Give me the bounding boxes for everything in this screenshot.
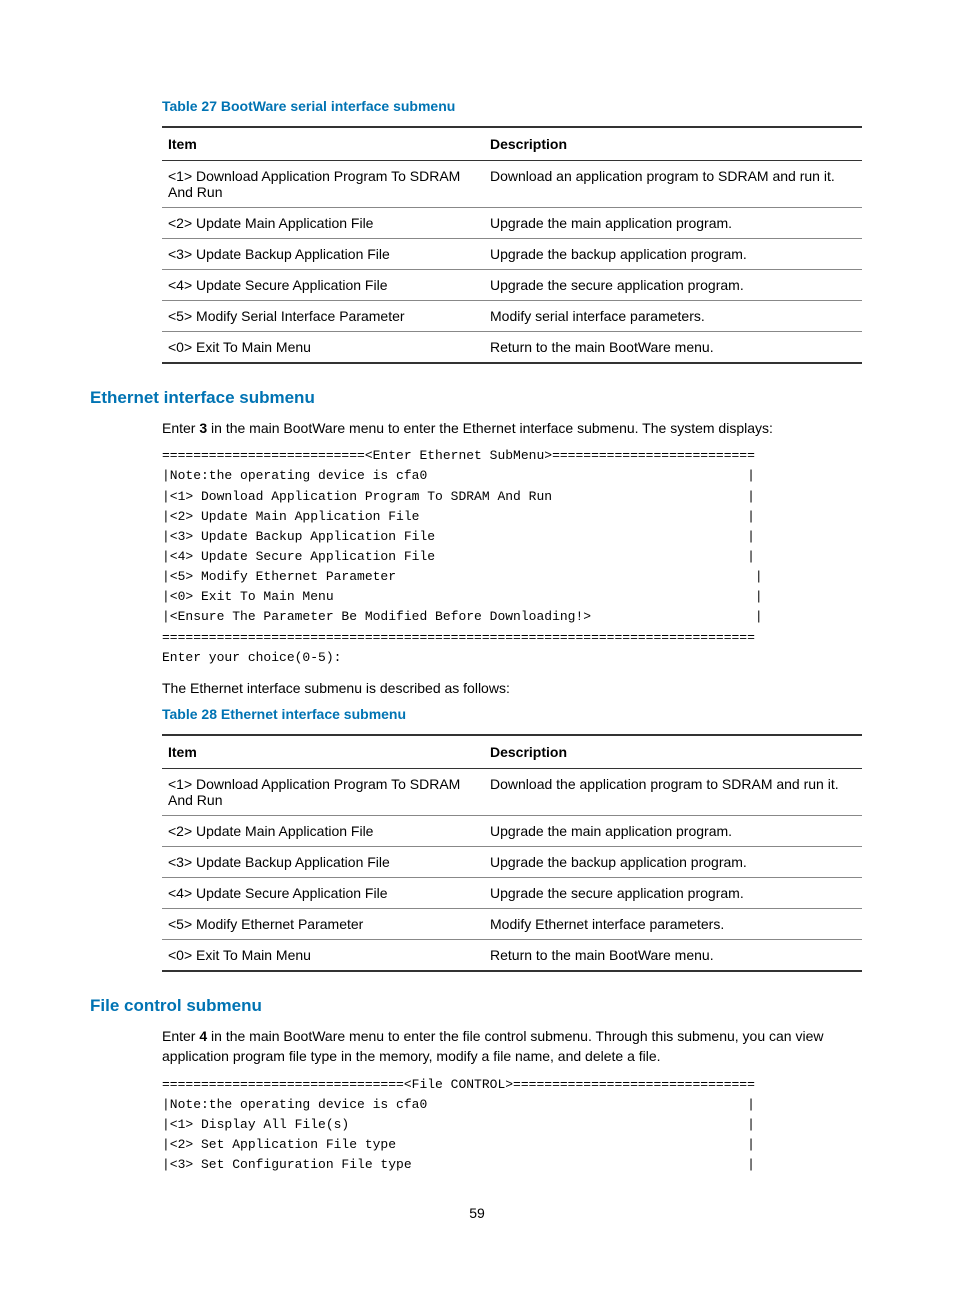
file-control-heading: File control submenu (90, 996, 864, 1016)
ethernet-after: The Ethernet interface submenu is descri… (162, 678, 864, 698)
table-cell-item: <5> Modify Ethernet Parameter (162, 909, 484, 940)
table-row: <0> Exit To Main MenuReturn to the main … (162, 940, 862, 972)
table-28-caption: Table 28 Ethernet interface submenu (162, 706, 864, 722)
table-cell-desc: Download the application program to SDRA… (484, 769, 862, 816)
table-cell-item: <4> Update Secure Application File (162, 270, 484, 301)
table-27: Item Description <1> Download Applicatio… (162, 126, 862, 364)
table-cell-item: <0> Exit To Main Menu (162, 940, 484, 972)
table-row: <2> Update Main Application FileUpgrade … (162, 816, 862, 847)
table-row: <3> Update Backup Application FileUpgrad… (162, 847, 862, 878)
table-cell-item: <4> Update Secure Application File (162, 878, 484, 909)
table-27-header-desc: Description (484, 127, 862, 161)
ethernet-intro-post: in the main BootWare menu to enter the E… (207, 420, 773, 436)
table-27-caption: Table 27 BootWare serial interface subme… (162, 98, 864, 114)
ethernet-intro-bold: 3 (199, 420, 207, 436)
ethernet-intro: Enter 3 in the main BootWare menu to ent… (162, 418, 864, 438)
table-28: Item Description <1> Download Applicatio… (162, 734, 862, 972)
table-cell-item: <2> Update Main Application File (162, 208, 484, 239)
table-row: <4> Update Secure Application FileUpgrad… (162, 270, 862, 301)
table-cell-desc: Modify serial interface parameters. (484, 301, 862, 332)
table-28-header-item: Item (162, 735, 484, 769)
table-cell-desc: Upgrade the main application program. (484, 816, 862, 847)
table-cell-item: <1> Download Application Program To SDRA… (162, 161, 484, 208)
table-cell-desc: Return to the main BootWare menu. (484, 332, 862, 364)
table-cell-item: <1> Download Application Program To SDRA… (162, 769, 484, 816)
table-cell-desc: Upgrade the main application program. (484, 208, 862, 239)
table-27-header-item: Item (162, 127, 484, 161)
table-row: <5> Modify Serial Interface ParameterMod… (162, 301, 862, 332)
table-cell-desc: Return to the main BootWare menu. (484, 940, 862, 972)
table-row: <3> Update Backup Application FileUpgrad… (162, 239, 862, 270)
ethernet-intro-pre: Enter (162, 420, 199, 436)
ethernet-heading: Ethernet interface submenu (90, 388, 864, 408)
table-cell-item: <3> Update Backup Application File (162, 239, 484, 270)
file-control-intro-pre: Enter (162, 1028, 199, 1044)
table-cell-item: <2> Update Main Application File (162, 816, 484, 847)
file-control-intro-post: in the main BootWare menu to enter the f… (162, 1028, 824, 1064)
table-cell-desc: Modify Ethernet interface parameters. (484, 909, 862, 940)
table-row: <1> Download Application Program To SDRA… (162, 161, 862, 208)
table-cell-desc: Upgrade the secure application program. (484, 270, 862, 301)
file-control-intro-bold: 4 (199, 1028, 207, 1044)
table-cell-desc: Download an application program to SDRAM… (484, 161, 862, 208)
table-cell-desc: Upgrade the backup application program. (484, 847, 862, 878)
table-row: <4> Update Secure Application FileUpgrad… (162, 878, 862, 909)
ethernet-terminal: ==========================<Enter Etherne… (162, 446, 864, 668)
table-row: <5> Modify Ethernet ParameterModify Ethe… (162, 909, 862, 940)
table-cell-desc: Upgrade the secure application program. (484, 878, 862, 909)
page-number: 59 (90, 1205, 864, 1221)
table-row: <1> Download Application Program To SDRA… (162, 769, 862, 816)
file-control-terminal: ===============================<File CON… (162, 1075, 864, 1176)
table-28-header-desc: Description (484, 735, 862, 769)
table-row: <0> Exit To Main MenuReturn to the main … (162, 332, 862, 364)
table-row: <2> Update Main Application FileUpgrade … (162, 208, 862, 239)
table-cell-item: <0> Exit To Main Menu (162, 332, 484, 364)
table-cell-desc: Upgrade the backup application program. (484, 239, 862, 270)
table-cell-item: <3> Update Backup Application File (162, 847, 484, 878)
file-control-intro: Enter 4 in the main BootWare menu to ent… (162, 1026, 864, 1067)
table-cell-item: <5> Modify Serial Interface Parameter (162, 301, 484, 332)
